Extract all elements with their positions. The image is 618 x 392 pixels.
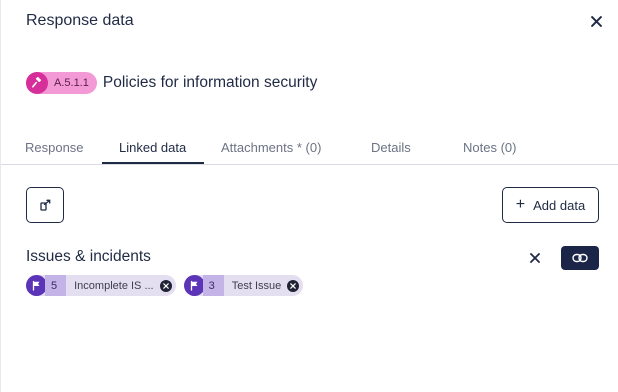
tab-linked-data[interactable]: Linked data	[119, 140, 186, 155]
export-button[interactable]	[26, 187, 64, 223]
tab-notes[interactable]: Notes (0)	[463, 140, 516, 155]
section-title: Issues & incidents	[26, 248, 151, 265]
linked-items-list: 5 Incomplete IS ... 3 Test Issue	[26, 275, 311, 296]
remove-chip-icon[interactable]	[287, 279, 300, 292]
chip-count: 3	[202, 275, 224, 296]
control-badge: A.5.1.1	[26, 72, 97, 94]
response-data-panel: Response data A.5.1.1 Policies for infor…	[0, 0, 618, 392]
control-heading: A.5.1.1 Policies for information securit…	[26, 72, 317, 94]
plus-icon: +	[515, 196, 526, 213]
close-panel-button[interactable]	[587, 12, 605, 30]
gavel-icon	[26, 72, 48, 94]
control-title: Policies for information security	[102, 74, 318, 91]
add-data-button[interactable]: + Add data	[502, 187, 599, 223]
issue-icon	[26, 275, 47, 296]
close-icon	[530, 253, 540, 263]
tab-bar: Response Linked data Attachments * (0) D…	[1, 132, 618, 165]
add-data-label: Add data	[533, 197, 586, 213]
panel-title: Response data	[26, 12, 134, 29]
control-code: A.5.1.1	[54, 77, 89, 89]
link-icon	[572, 253, 588, 263]
close-icon	[590, 15, 602, 27]
link-data-button[interactable]	[561, 246, 599, 270]
export-icon	[40, 199, 51, 211]
linked-item-chip[interactable]: 5 Incomplete IS ...	[26, 275, 176, 296]
tab-details[interactable]: Details	[371, 140, 411, 155]
remove-chip-icon[interactable]	[159, 279, 172, 292]
linked-item-chip[interactable]: 3 Test Issue	[183, 275, 304, 296]
chip-label: Test Issue	[231, 279, 282, 292]
active-tab-indicator	[102, 162, 204, 164]
issue-icon	[183, 275, 205, 296]
tab-attachments[interactable]: Attachments * (0)	[221, 140, 321, 155]
chip-label: Incomplete IS ...	[74, 279, 154, 292]
chip-count: 5	[45, 275, 67, 296]
tab-response[interactable]: Response	[25, 140, 84, 155]
remove-section-button[interactable]	[527, 250, 543, 266]
